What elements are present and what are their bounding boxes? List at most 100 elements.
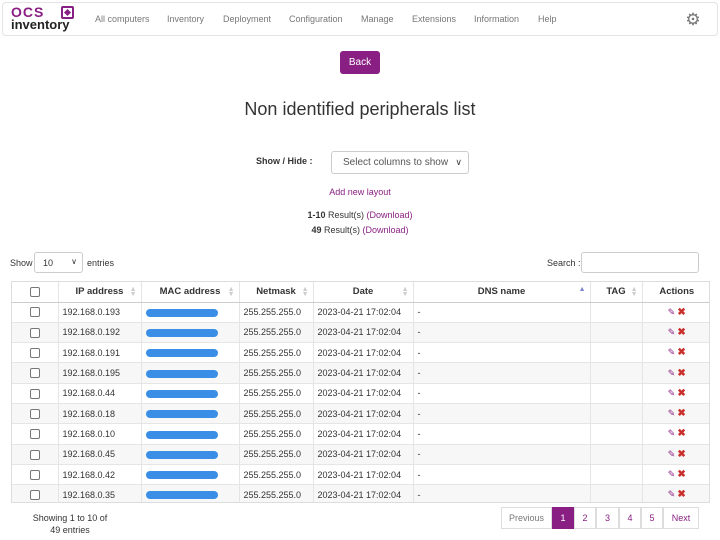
row-checkbox[interactable] — [29, 408, 40, 419]
select-all-checkbox[interactable] — [29, 286, 40, 297]
cell-ip-address: 192.168.0.44 — [58, 383, 142, 404]
cell-tag — [590, 403, 643, 425]
table-row: 192.168.0.18 255.255.255.0 2023-04-21 17:0… — [12, 403, 709, 425]
cell-netmask: 255.255.255.0 — [239, 383, 314, 404]
delete-icon[interactable]: ✖ — [677, 327, 685, 338]
nav-configuration[interactable]: Configuration — [289, 14, 343, 24]
edit-icon[interactable]: ✎ — [668, 428, 676, 439]
pagination-next[interactable]: Next — [663, 507, 699, 529]
row-checkbox[interactable] — [29, 368, 40, 379]
delete-icon[interactable]: ✖ — [677, 368, 685, 379]
edit-icon[interactable]: ✎ — [668, 408, 676, 419]
pagination-page-2[interactable]: 2 — [574, 507, 596, 529]
cell-netmask: 255.255.255.0 — [239, 403, 314, 425]
row-select-cell — [12, 342, 59, 364]
edit-icon[interactable]: ✎ — [668, 469, 676, 480]
delete-icon[interactable]: ✖ — [677, 307, 685, 318]
column-date[interactable]: Date ▲ ▼ — [313, 282, 414, 303]
pagination-page-5[interactable]: 5 — [641, 507, 663, 529]
column-tag[interactable]: TAG ▲ ▼ — [590, 282, 643, 303]
page-length-select[interactable]: 10 ∨ — [34, 252, 83, 273]
show-hide-label: Show / Hide : — [256, 156, 313, 166]
pagination-page-3[interactable]: 3 — [596, 507, 619, 529]
delete-icon[interactable]: ✖ — [677, 428, 685, 439]
cell-ip-address: 192.168.0.191 — [58, 342, 142, 364]
ocs-logo[interactable]: OCS inventory — [11, 5, 79, 35]
column-label: Netmask — [256, 286, 296, 298]
row-checkbox[interactable] — [29, 449, 40, 460]
edit-icon[interactable]: ✎ — [668, 368, 676, 379]
cell-tag — [590, 444, 643, 465]
column-dns-name[interactable]: DNS name ▲ — [413, 282, 591, 303]
nav-extensions[interactable]: Extensions — [412, 14, 456, 24]
mac-redaction — [145, 308, 218, 317]
cell-mac-address — [141, 423, 240, 445]
mac-redaction — [145, 349, 218, 358]
delete-icon[interactable]: ✖ — [677, 469, 685, 480]
column-mac-address[interactable]: MAC address ▲ ▼ — [141, 282, 240, 303]
columns-select-value: Select columns to show — [343, 157, 449, 168]
row-select-cell — [12, 423, 59, 445]
cell-dns-name: - — [413, 302, 591, 323]
column-ip-address[interactable]: IP address ▲ ▼ — [58, 282, 142, 303]
nav-inventory[interactable]: Inventory — [167, 14, 204, 24]
pagination-page-1[interactable]: 1 — [552, 507, 574, 529]
search-input[interactable] — [581, 252, 699, 273]
cell-netmask: 255.255.255.0 — [239, 362, 314, 384]
delete-icon[interactable]: ✖ — [677, 408, 685, 419]
cell-tag — [590, 423, 643, 445]
cell-date: 2023-04-21 17:02:04 — [313, 403, 414, 425]
mac-redaction — [145, 450, 218, 459]
nav-help[interactable]: Help — [538, 14, 557, 24]
cell-date: 2023-04-21 17:02:04 — [313, 444, 414, 465]
edit-icon[interactable]: ✎ — [668, 489, 676, 500]
edit-icon[interactable]: ✎ — [668, 347, 676, 358]
row-checkbox[interactable] — [29, 490, 40, 501]
result-text: Result(s) — [325, 210, 367, 220]
cell-netmask: 255.255.255.0 — [239, 342, 314, 364]
table-info: Showing 1 to 10 of 49 entries — [32, 513, 108, 535]
pagination-page-4[interactable]: 4 — [619, 507, 641, 529]
table-row: 192.168.0.193 255.255.255.0 2023-04-21 17:… — [12, 302, 709, 323]
edit-icon[interactable]: ✎ — [668, 307, 676, 318]
row-checkbox[interactable] — [29, 348, 40, 359]
column-netmask[interactable]: Netmask ▲ ▼ — [239, 282, 314, 303]
edit-icon[interactable]: ✎ — [668, 327, 676, 338]
row-checkbox[interactable] — [29, 429, 40, 440]
nav-all-computers[interactable]: All computers — [95, 14, 150, 24]
edit-icon[interactable]: ✎ — [668, 388, 676, 399]
nav-information[interactable]: Information — [474, 14, 519, 24]
delete-icon[interactable]: ✖ — [677, 347, 685, 358]
row-checkbox[interactable] — [29, 388, 40, 399]
edit-icon[interactable]: ✎ — [668, 449, 676, 460]
cell-date: 2023-04-21 17:02:04 — [313, 383, 414, 404]
back-button[interactable]: Back — [340, 51, 380, 74]
download-page-link[interactable]: (Download) — [367, 210, 413, 220]
row-select-cell — [12, 362, 59, 384]
row-checkbox[interactable] — [29, 469, 40, 480]
nav-manage[interactable]: Manage — [361, 14, 394, 24]
chevron-down-icon: ∨ — [455, 157, 462, 167]
pagination-previous[interactable]: Previous — [501, 507, 552, 529]
cell-netmask: 255.255.255.0 — [239, 322, 314, 344]
row-checkbox[interactable] — [29, 327, 40, 338]
columns-select[interactable]: Select columns to show ∨ — [331, 151, 469, 174]
delete-icon[interactable]: ✖ — [677, 449, 685, 460]
gear-icon[interactable]: ⚙ — [683, 10, 703, 30]
cell-dns-name: - — [413, 484, 591, 502]
cell-dns-name: - — [413, 383, 591, 404]
sort-icon: ▲ ▼ — [630, 286, 638, 298]
download-all-link[interactable]: (Download) — [363, 225, 409, 235]
delete-icon[interactable]: ✖ — [677, 489, 685, 500]
cell-actions: ✎ ✖ — [642, 484, 709, 502]
table-row: 192.168.0.195 255.255.255.0 2023-04-21 17:… — [12, 362, 709, 384]
nav-deployment[interactable]: Deployment — [223, 14, 271, 24]
cell-date: 2023-04-21 17:02:04 — [313, 322, 414, 344]
add-layout-link[interactable]: Add new layout — [0, 187, 720, 197]
cell-date: 2023-04-21 17:02:04 — [313, 484, 414, 502]
delete-icon[interactable]: ✖ — [677, 388, 685, 399]
row-checkbox[interactable] — [29, 307, 40, 318]
cell-mac-address — [141, 484, 240, 502]
cell-mac-address — [141, 403, 240, 425]
result-count-total: 49 Result(s) (Download) — [0, 225, 720, 235]
